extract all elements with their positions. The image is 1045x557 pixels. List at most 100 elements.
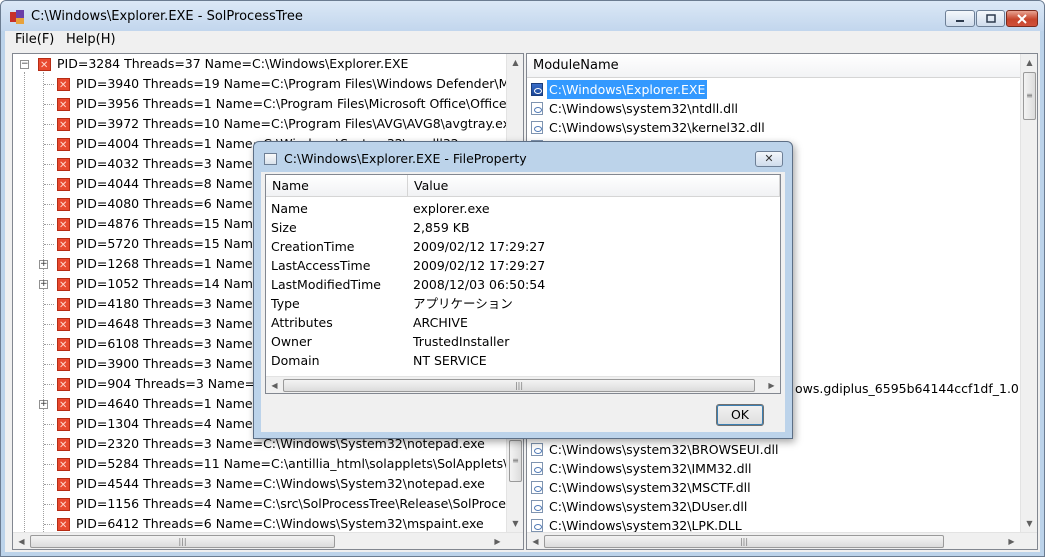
property-name: LastAccessTime (271, 258, 371, 273)
scroll-left-icon[interactable]: ◀ (13, 533, 30, 549)
menu-file[interactable]: File(F) (15, 32, 54, 47)
scroll-right-icon[interactable]: ▶ (763, 377, 780, 393)
tree-item-label: PID=3956 Threads=1 Name=C:\Program Files… (76, 96, 523, 111)
property-row[interactable]: Attributes ARCHIVE (266, 313, 780, 332)
close-button[interactable] (1006, 10, 1038, 27)
menu-bar: File(F) Help(H) (5, 31, 1040, 49)
tree-connector (44, 84, 54, 85)
app-icon (10, 10, 24, 24)
process-icon (57, 156, 70, 176)
module-label: C:\Windows\system32\IMM32.dll (549, 461, 752, 476)
property-name: Domain (271, 353, 320, 368)
scroll-right-icon[interactable]: ▶ (1003, 533, 1020, 549)
property-row[interactable]: Name explorer.exe (266, 199, 780, 218)
collapse-icon[interactable]: − (20, 60, 29, 69)
process-icon (57, 436, 70, 456)
process-icon (57, 116, 70, 136)
scroll-left-icon[interactable]: ◀ (266, 377, 283, 393)
tree-connector (44, 124, 54, 125)
property-row[interactable]: Owner TrustedInstaller (266, 332, 780, 351)
process-icon (57, 356, 70, 376)
scroll-down-icon[interactable]: ▼ (507, 515, 523, 532)
scroll-thumb[interactable]: ||| (544, 535, 944, 548)
process-icon (57, 196, 70, 216)
tree-connector (44, 244, 54, 245)
tree-root-label: PID=3284 Threads=37 Name=C:\Windows\Expl… (57, 56, 409, 71)
property-name: CreationTime (271, 239, 355, 254)
tree-item-label: PID=904 Threads=3 Name=C (76, 376, 264, 391)
tree-item-label: PID=3900 Threads=3 Name= (76, 356, 264, 371)
tree-connector (44, 384, 54, 385)
module-label: C:\Windows\Explorer.EXE (547, 80, 708, 99)
tree-connector (44, 304, 54, 305)
expand-icon[interactable]: + (39, 400, 48, 409)
property-value: 2009/02/12 17:29:27 (413, 258, 546, 273)
process-icon (57, 236, 70, 256)
tree-item-label: PID=1052 Threads=14 Name= (76, 276, 272, 291)
process-icon (57, 76, 70, 96)
property-value: NT SERVICE (413, 353, 487, 368)
menu-help[interactable]: Help(H) (66, 32, 116, 47)
scroll-thumb[interactable]: ||| (283, 379, 755, 392)
property-row[interactable]: LastAccessTime 2009/02/12 17:29:27 (266, 256, 780, 275)
property-list[interactable]: Name Value Name explorer.exe Size 2,859 KB C… (265, 174, 781, 394)
column-header-modulename[interactable]: ModuleName (527, 54, 1021, 78)
dll-icon (531, 519, 543, 532)
tree-connector (24, 72, 25, 532)
scroll-thumb[interactable]: ≡ (1023, 72, 1036, 120)
dll-icon (531, 102, 543, 115)
property-row[interactable]: LastModifiedTime 2008/12/03 06:50:54 (266, 275, 780, 294)
title-bar[interactable]: C:\Windows\Explorer.EXE - SolProcessTree (1, 1, 1044, 31)
maximize-button[interactable] (976, 10, 1005, 27)
tree-connector (44, 364, 54, 365)
tree-connector (44, 524, 54, 525)
tree-connector (44, 464, 54, 465)
dialog-close-button[interactable]: ✕ (755, 151, 783, 167)
expand-icon[interactable]: + (39, 280, 48, 289)
property-horizontal-scrollbar[interactable]: ◀ ||| ▶ (266, 376, 780, 393)
module-label: C:\Windows\system32\BROWSEUI.dll (549, 442, 779, 457)
scroll-thumb[interactable]: ≡ (509, 440, 522, 482)
property-row[interactable]: Domain NT SERVICE (266, 351, 780, 370)
tree-connector (44, 184, 54, 185)
tree-connector (44, 324, 54, 325)
tree-item-label: PID=5720 Threads=15 Name= (76, 236, 272, 251)
ok-button[interactable]: OK (716, 404, 764, 426)
property-row[interactable]: Size 2,859 KB (266, 218, 780, 237)
modules-vertical-scrollbar[interactable]: ▲ ≡ ▼ (1020, 54, 1037, 532)
process-icon (57, 396, 70, 416)
process-icon (57, 216, 70, 236)
process-icon (57, 376, 70, 396)
tree-connector (44, 444, 54, 445)
tree-item-label: PID=4080 Threads=6 Name= (76, 196, 264, 211)
expand-icon[interactable]: + (39, 260, 48, 269)
process-icon (57, 516, 70, 536)
process-icon (57, 256, 70, 276)
scroll-down-icon[interactable]: ▼ (1021, 515, 1037, 532)
property-row[interactable]: CreationTime 2009/02/12 17:29:27 (266, 237, 780, 256)
dialog-client: Name Value Name explorer.exe Size 2,859 KB C… (261, 172, 785, 432)
close-icon (1007, 11, 1037, 26)
process-icon (57, 336, 70, 356)
modules-horizontal-scrollbar[interactable]: ◀ ||| ▶ (527, 532, 1037, 549)
column-header-value[interactable]: Value (408, 175, 780, 197)
tree-horizontal-scrollbar[interactable]: ◀ ||| ▶ (13, 532, 523, 549)
process-icon (57, 176, 70, 196)
module-label: C:\Windows\system32\kernel32.dll (549, 120, 765, 135)
tree-connector (43, 72, 44, 532)
tree-item-label: PID=4648 Threads=3 Name= (76, 316, 264, 331)
property-value: TrustedInstaller (413, 334, 510, 349)
window-title: C:\Windows\Explorer.EXE - SolProcessTree (31, 9, 303, 24)
module-label: C:\Windows\system32\MSCTF.dll (549, 480, 751, 495)
property-value: explorer.exe (413, 201, 490, 216)
scroll-up-icon[interactable]: ▲ (1021, 54, 1037, 71)
scroll-thumb[interactable]: ||| (30, 535, 335, 548)
scroll-up-icon[interactable]: ▲ (507, 54, 523, 71)
column-header-name[interactable]: Name (266, 175, 408, 197)
tree-item-label: PID=1156 Threads=4 Name=C:\src\SolProces… (76, 496, 513, 511)
scroll-left-icon[interactable]: ◀ (527, 533, 544, 549)
tree-item-label: PID=4876 Threads=15 Name= (76, 216, 272, 231)
minimize-button[interactable] (945, 10, 975, 27)
property-row[interactable]: Type アプリケーション (266, 294, 780, 313)
scroll-right-icon[interactable]: ▶ (489, 533, 506, 549)
